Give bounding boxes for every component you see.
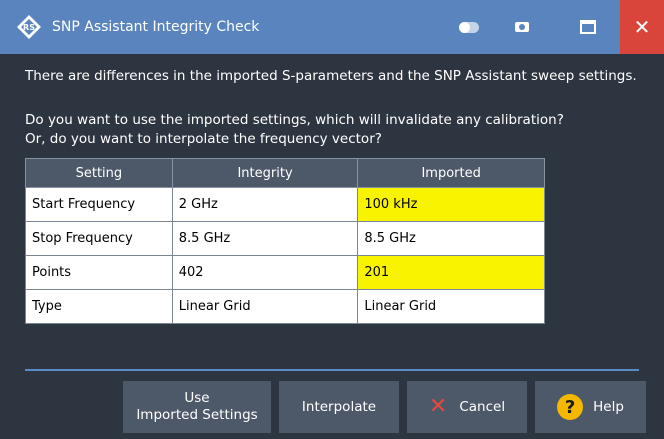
table-row: Type Linear Grid Linear Grid [25,289,545,324]
cell-integrity: 2 GHz [171,187,359,222]
column-header-imported: Imported [357,158,545,188]
title-bar[interactable]: RS SNP Assistant Integrity Check ✕ [0,0,664,54]
cell-integrity: 402 [171,255,359,290]
table-row: Start Frequency 2 GHz 100 kHz [25,187,545,222]
use-button-label-line-1: Use [184,390,210,406]
message-line-3: Or, do you want to interpolate the frequ… [25,131,382,147]
camera-icon [515,22,529,32]
use-imported-settings-button[interactable]: Use Imported Settings [123,381,271,433]
table-header-row: Setting Integrity Imported [25,158,545,188]
table-row: Stop Frequency 8.5 GHz 8.5 GHz [25,221,545,256]
svg-text:RS: RS [23,23,35,32]
cell-imported: 100 kHz [357,187,545,222]
column-header-integrity: Integrity [171,158,359,188]
cell-setting: Start Frequency [25,187,173,222]
divider [25,369,639,371]
help-icon: ? [557,394,584,420]
help-button-label: Help [593,399,624,415]
maximize-icon [580,20,596,34]
help-button[interactable]: ? Help [535,381,646,433]
maximize-button[interactable] [566,0,610,54]
table-row: Points 402 201 [25,255,545,290]
cell-imported: Linear Grid [357,289,545,324]
message-line-1: There are differences in the imported S-… [25,68,637,84]
cell-integrity: 8.5 GHz [171,221,359,256]
cell-imported: 201 [357,255,545,290]
toggle-button[interactable] [447,0,491,54]
toggle-icon [459,21,479,33]
cancel-button-label: Cancel [459,399,506,415]
interpolate-button-label: Interpolate [301,399,377,415]
message-line-2: Do you want to use the imported settings… [25,112,564,128]
screenshot-button[interactable] [500,0,544,54]
cell-setting: Type [25,289,173,324]
rohde-schwarz-logo-icon: RS [17,15,41,39]
interpolate-button[interactable]: Interpolate [279,381,399,433]
close-button[interactable]: ✕ [620,0,664,54]
integrity-check-dialog: RS SNP Assistant Integrity Check ✕ There… [0,0,664,439]
close-icon: ✕ [633,15,651,39]
window-title: SNP Assistant Integrity Check [52,19,260,35]
column-header-setting: Setting [25,158,173,188]
cancel-icon: ✕ [428,394,448,419]
cell-integrity: Linear Grid [171,289,359,324]
cell-setting: Stop Frequency [25,221,173,256]
cell-setting: Points [25,255,173,290]
cancel-button[interactable]: ✕ Cancel [407,381,527,433]
use-button-label-line-2: Imported Settings [136,407,258,423]
cell-imported: 8.5 GHz [357,221,545,256]
settings-comparison-table: Setting Integrity Imported Start Frequen… [25,158,545,324]
